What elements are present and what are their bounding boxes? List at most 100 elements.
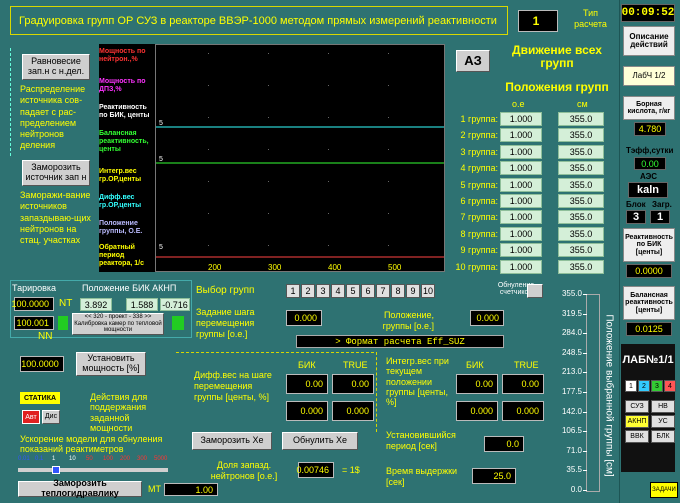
grid-dot <box>268 149 269 150</box>
group-select-button-3[interactable]: 3 <box>316 284 330 298</box>
lab-tab-3[interactable]: 3 <box>651 380 663 392</box>
lab-vvk-button[interactable]: ВВК <box>625 430 649 443</box>
position-label: Положение, группы [о.е.] <box>382 310 434 331</box>
integ-true-cents: 0.00 <box>502 374 544 394</box>
bik-value-3: -0.716 <box>160 298 190 311</box>
group-select-button-8[interactable]: 8 <box>391 284 405 298</box>
accel-slider-track[interactable] <box>18 468 168 472</box>
hold-time-field[interactable]: 25.0 <box>472 468 516 484</box>
grid-dot <box>388 117 389 118</box>
freeze-text: Заморажи-вание источников запаздываю-щих… <box>20 190 91 245</box>
bik-reactivity-value: 0.0000 <box>626 264 672 278</box>
delay-fraction-field[interactable]: 0.00746 <box>296 462 334 478</box>
auto-button[interactable]: Авт <box>22 410 40 424</box>
accel-scale-mark: 1 <box>52 456 56 462</box>
lab-tab-2[interactable]: 2 <box>638 380 650 392</box>
group-row-label: 3 группа: <box>460 146 498 157</box>
center-divider <box>376 352 378 432</box>
step-field[interactable]: 0.000 <box>286 310 322 326</box>
group-select-button-7[interactable]: 7 <box>376 284 390 298</box>
calib-right-indicator[interactable] <box>172 316 184 330</box>
tarirovka-title: Тарировка <box>12 283 57 293</box>
lab-blk-button[interactable]: БЛК <box>651 430 675 443</box>
gauge-tick-label: 248.5 <box>561 347 582 357</box>
dis-button[interactable]: Дис <box>42 410 60 424</box>
integ-col-true: TRUE <box>514 360 539 370</box>
description-button[interactable]: Описание действий <box>623 26 675 56</box>
statika-text: Действия для поддержания заданной мощнос… <box>90 392 148 434</box>
gauge-tick-label: 355.0 <box>561 289 582 298</box>
aes-value: kaln <box>628 182 668 198</box>
hold-time-label: Время выдержки [сек] <box>386 466 458 487</box>
grid-dot <box>388 85 389 86</box>
nn-field[interactable]: 100.001 <box>14 316 54 330</box>
group-select-button-1[interactable]: 1 <box>286 284 300 298</box>
diff-col-bik: БИК <box>298 360 316 370</box>
group-row-label: 7 группа: <box>460 212 498 223</box>
group-select-button-2[interactable]: 2 <box>301 284 315 298</box>
calibration-button[interactable]: << 320 - проект - 338 >> Калибровка каме… <box>72 313 164 335</box>
group-oe-value: 1.000 <box>500 128 542 143</box>
calib-left-indicator[interactable] <box>58 316 68 330</box>
calc-type-field[interactable]: 1 <box>518 10 558 32</box>
group-cm-value: 355.0 <box>558 144 604 159</box>
set-power-button[interactable]: Установить мощность [%] <box>76 352 146 376</box>
group-select-button-10[interactable]: 10 <box>421 284 435 298</box>
group-cm-value: 355.0 <box>558 194 604 208</box>
legend-item-balance: Балансная реактивность, центы <box>99 130 149 154</box>
accel-slider-thumb[interactable] <box>52 466 60 474</box>
group-cm-value: 355.0 <box>558 226 604 241</box>
group-cm-value: 355.0 <box>558 128 604 143</box>
lab-button[interactable]: ЛабЧ 1/2 <box>623 66 675 86</box>
group-select-button-6[interactable]: 6 <box>361 284 375 298</box>
reset-xe-button[interactable]: Обнулить Xe <box>282 432 358 450</box>
teff-value: 0.00 <box>634 157 666 170</box>
freeze-source-button[interactable]: Заморозить источник зап н <box>22 160 90 186</box>
tasks-button[interactable]: ЗАДАЧИ <box>650 482 678 498</box>
calc-format-field[interactable]: > Формат расчета Eff_SUZ <box>296 335 504 348</box>
lab-tab-4[interactable]: 4 <box>664 380 676 392</box>
lab-us-button[interactable]: УС <box>651 415 675 428</box>
mt-field[interactable]: 1.00 <box>164 483 218 496</box>
diff-divider <box>176 352 374 353</box>
group-row-label: 10 группа: <box>455 261 498 272</box>
x-tick-label: 500 <box>388 263 402 272</box>
grid-dot <box>328 85 329 86</box>
balance-button[interactable]: Равновесие зап.н с н.дел. <box>22 54 90 80</box>
clock: 00:09:52 <box>621 4 675 22</box>
integ-bik-cents: 0.00 <box>456 374 498 394</box>
grid-dot <box>328 53 329 54</box>
group-oe-value: 1.000 <box>500 243 542 258</box>
x-tick-label: 400 <box>328 263 342 272</box>
lab-nv-button[interactable]: НВ <box>651 400 675 413</box>
legend-item-differential: Дифф.вес гр.ОР,центы <box>99 194 142 210</box>
legend-item-position: Положение группы, О.Е. <box>99 220 143 236</box>
bik-value-2: 1.588 <box>126 298 158 311</box>
group-cm-value: 355.0 <box>558 177 604 192</box>
lab-tab-1[interactable]: 1 <box>625 380 637 392</box>
accel-text: Ускорение модели для обнуления показаний… <box>20 434 163 455</box>
freeze-thermohydraulics-button[interactable]: Заморозить теплогидравлику <box>18 478 142 498</box>
accel-scale-mark: 0.1 <box>35 456 44 462</box>
grid-dot <box>208 149 209 150</box>
freeze-xe-button[interactable]: Заморозить Xe <box>192 432 272 450</box>
integ-col-bik: БИК <box>466 360 484 370</box>
lab-suz-button[interactable]: СУЗ <box>625 400 649 413</box>
nt-label: NT <box>59 298 73 309</box>
nt-field[interactable]: 100.0000 <box>11 297 54 311</box>
group-select-button-9[interactable]: 9 <box>406 284 420 298</box>
balance-reactivity-value: 0.0125 <box>626 322 672 336</box>
az-button[interactable]: АЗ <box>456 50 490 72</box>
grid-dot <box>208 85 209 86</box>
power-field[interactable]: 100.0000 <box>20 356 64 372</box>
group-row-label: 4 группа: <box>460 163 498 174</box>
gauge-tick-label: 71.0 <box>566 445 582 455</box>
lab-grid: СУЗ НВ АКНП УС ВВК БЛК <box>625 400 675 443</box>
lab-aknp-button[interactable]: АКНП <box>625 415 649 428</box>
group-select-button-4[interactable]: 4 <box>331 284 345 298</box>
position-field[interactable]: 0.000 <box>470 310 504 326</box>
integ-true-percent: 0.000 <box>502 401 544 421</box>
gauge-tick-label: 142.0 <box>561 406 582 416</box>
group-select-button-5[interactable]: 5 <box>346 284 360 298</box>
reset-counters-button[interactable] <box>527 284 543 298</box>
